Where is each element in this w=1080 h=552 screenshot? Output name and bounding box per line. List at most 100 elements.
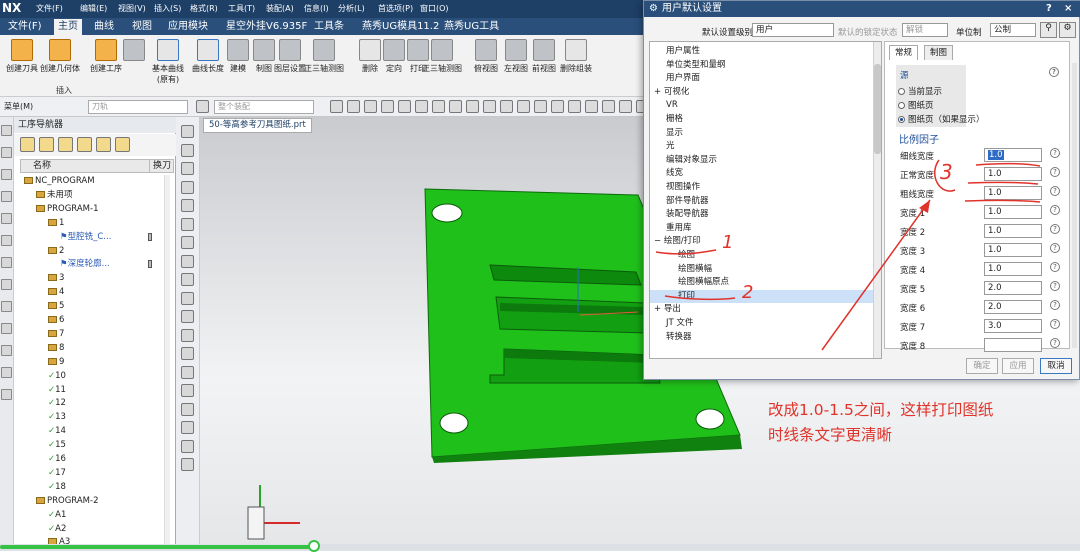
menu-button[interactable]: 菜单(M) xyxy=(4,101,33,112)
toolbar-icon[interactable] xyxy=(517,100,530,113)
navigator-row[interactable]: 未用项 xyxy=(20,188,170,202)
view-icon[interactable] xyxy=(181,328,194,342)
tab-2[interactable]: 曲线 xyxy=(90,19,118,35)
view-icon[interactable] xyxy=(181,273,194,286)
menu-item[interactable]: 信息(I) xyxy=(304,3,329,14)
view-icon[interactable] xyxy=(181,180,194,194)
tab-general[interactable]: 常规 xyxy=(889,45,919,60)
toolbar-icon[interactable] xyxy=(551,100,564,113)
tab-3[interactable]: 视图 xyxy=(128,19,156,35)
help-icon[interactable]: ? xyxy=(1050,300,1060,310)
toolbar-icon[interactable] xyxy=(500,100,513,113)
toolbar-icon[interactable] xyxy=(602,100,615,113)
navigator-tool-icon[interactable] xyxy=(115,137,130,152)
tree-item[interactable]: 重用库 xyxy=(650,222,874,236)
help-icon[interactable]: ? xyxy=(1050,338,1060,348)
toolbar-icon[interactable] xyxy=(568,100,581,113)
tree-item[interactable]: 光 xyxy=(650,140,874,154)
tree-item[interactable]: JT 文件 xyxy=(650,317,874,331)
view-icon[interactable] xyxy=(181,162,194,175)
type-filter-select[interactable]: 刀轨 xyxy=(88,100,188,114)
expander-icon[interactable]: + xyxy=(654,87,664,97)
scope-select[interactable]: 整个装配 xyxy=(214,100,314,114)
navigator-tool-icon[interactable] xyxy=(20,137,35,152)
help-icon[interactable]: ? xyxy=(1049,67,1059,77)
navigator-row[interactable]: ✓15 xyxy=(20,438,170,452)
field-input[interactable]: 1.0 xyxy=(984,224,1042,238)
resource-icon[interactable] xyxy=(1,367,12,378)
radio-sheet[interactable]: 图纸页 xyxy=(898,99,934,111)
tab-7[interactable]: 燕秀UG模具11.2 xyxy=(358,19,443,35)
field-input[interactable]: 1.0 xyxy=(984,205,1042,219)
resource-icon[interactable] xyxy=(1,389,12,400)
filter-icon[interactable] xyxy=(196,100,209,113)
toolbar-icon[interactable] xyxy=(398,100,411,113)
binoculars-icon[interactable]: ⚲ xyxy=(1040,22,1057,38)
navigator-row[interactable]: PROGRAM-2 xyxy=(20,494,170,508)
tree-item[interactable]: 绘图横幅 xyxy=(650,263,874,277)
navigator-row[interactable]: ⚑型腔铣_C... xyxy=(20,230,170,244)
toolbar-icon[interactable] xyxy=(534,100,547,113)
navigator-row[interactable]: 6 xyxy=(20,313,170,327)
resource-icon[interactable] xyxy=(1,213,12,224)
navigator-tool-icon[interactable] xyxy=(77,137,92,152)
navigator-tool-icon[interactable] xyxy=(39,137,54,152)
tree-item[interactable]: 绘图横幅原点 xyxy=(650,276,874,290)
tree-item[interactable]: − 绘图/打印 xyxy=(650,235,874,249)
ribbon-button[interactable]: 创建几何体 xyxy=(38,39,82,74)
menu-item[interactable]: 格式(R) xyxy=(190,3,218,14)
field-input[interactable]: 2.0 xyxy=(984,281,1042,295)
view-icon[interactable] xyxy=(181,291,194,305)
tree-item[interactable]: VR xyxy=(650,99,874,113)
resource-icon[interactable] xyxy=(1,235,12,246)
toolbar-icon[interactable] xyxy=(347,100,360,113)
view-icon[interactable] xyxy=(181,254,194,268)
help-icon[interactable]: ? xyxy=(1050,205,1060,215)
tree-item[interactable]: 线宽 xyxy=(650,167,874,181)
radio-current-display[interactable]: 当前显示 xyxy=(898,85,942,97)
tab-0[interactable]: 文件(F) xyxy=(4,19,46,35)
help-icon[interactable]: ? xyxy=(1050,148,1060,158)
navigator-row[interactable]: 8 xyxy=(20,341,170,355)
navigator-row[interactable]: 1 xyxy=(20,216,170,230)
level-select[interactable]: 用户 xyxy=(752,23,834,37)
toolbar-icon[interactable] xyxy=(619,100,632,113)
menu-item[interactable]: 首选项(P) xyxy=(378,3,413,14)
navigator-row[interactable]: 2 xyxy=(20,244,170,258)
field-input[interactable]: 1.0 xyxy=(984,262,1042,276)
expander-icon[interactable]: − xyxy=(654,236,664,246)
apply-button[interactable]: 应用 xyxy=(1002,358,1034,374)
help-icon[interactable]: ? xyxy=(1050,243,1060,253)
navigator-row[interactable]: 7 xyxy=(20,327,170,341)
toolbar-icon[interactable] xyxy=(449,100,462,113)
resource-icon[interactable] xyxy=(1,301,12,312)
tab-5[interactable]: 星空外挂V6.935F xyxy=(222,19,311,35)
tree-item[interactable]: 用户属性 xyxy=(650,45,874,59)
view-icon[interactable] xyxy=(181,458,194,471)
menu-item[interactable]: 窗口(O) xyxy=(420,3,449,14)
tab-8[interactable]: 燕秀UG工具 xyxy=(440,19,503,35)
view-icon[interactable] xyxy=(181,439,194,453)
toolbar-icon[interactable] xyxy=(364,100,377,113)
view-icon[interactable] xyxy=(181,384,194,397)
menu-item[interactable]: 插入(S) xyxy=(154,3,181,14)
document-tab[interactable]: 50-等高参考刀具图纸.prt xyxy=(203,118,312,133)
toolbar-icon[interactable] xyxy=(415,100,428,113)
view-icon[interactable] xyxy=(181,365,194,379)
tab-1[interactable]: 主页 xyxy=(54,19,82,35)
menu-item[interactable]: 文件(F) xyxy=(36,3,63,14)
menu-item[interactable]: 编辑(E) xyxy=(80,3,107,14)
view-icon[interactable] xyxy=(181,236,194,249)
navigator-row[interactable]: ✓16 xyxy=(20,452,170,466)
field-input[interactable]: 1.0 xyxy=(984,186,1042,200)
help-icon[interactable]: ? xyxy=(1050,262,1060,272)
tree-item[interactable]: 转换器 xyxy=(650,331,874,345)
expander-icon[interactable]: + xyxy=(654,304,664,314)
resource-icon[interactable] xyxy=(1,257,12,268)
navigator-row[interactable]: ✓12 xyxy=(20,396,170,410)
help-icon[interactable]: ? xyxy=(1050,186,1060,196)
toolbar-icon[interactable] xyxy=(330,100,343,113)
navigator-row[interactable]: ✓17 xyxy=(20,466,170,480)
ribbon-button[interactable]: 基本曲线 (原有) xyxy=(146,39,190,85)
tab-6[interactable]: 工具条 xyxy=(310,19,348,35)
